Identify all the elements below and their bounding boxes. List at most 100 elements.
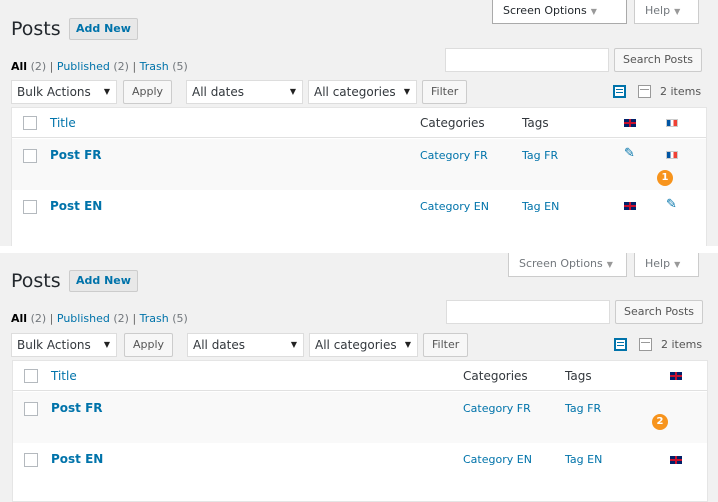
add-new-button[interactable]: Add New xyxy=(69,270,138,292)
post-category-link[interactable]: Category EN xyxy=(463,453,532,466)
bulk-actions-value: Bulk Actions xyxy=(17,85,91,99)
bulk-actions-select[interactable]: Bulk Actions ▼ xyxy=(11,333,117,357)
page-title: Posts xyxy=(11,18,61,40)
screen-options-label: Screen Options xyxy=(503,4,587,17)
list-view-icon[interactable] xyxy=(613,85,626,98)
dates-filter-select[interactable]: All dates ▼ xyxy=(186,80,303,104)
caret-down-icon: ▼ xyxy=(674,260,681,269)
column-title-header[interactable]: Title xyxy=(50,116,76,130)
posts-table: Title Categories Tags Post FR Category F… xyxy=(11,107,707,246)
caret-down-icon: ▼ xyxy=(590,7,597,16)
post-title-link[interactable]: Post EN xyxy=(50,199,102,213)
table-header-row: Title Categories Tags xyxy=(13,361,707,391)
select-arrow-icon: ▼ xyxy=(103,87,110,96)
post-tag-link[interactable]: Tag EN xyxy=(522,200,559,213)
table-header-row: Title Categories Tags xyxy=(12,108,706,138)
view-published-count: (2) xyxy=(113,60,129,73)
filter-button[interactable]: Filter xyxy=(422,80,468,104)
select-arrow-icon: ▼ xyxy=(404,340,411,349)
select-arrow-icon: ▼ xyxy=(103,340,110,349)
posts-screen-panel-1: Screen Options ▼ Help ▼ Posts Add New All … xyxy=(0,0,718,246)
edit-translation-pencil-icon[interactable]: ✎ xyxy=(624,146,635,161)
row-checkbox[interactable] xyxy=(23,149,37,163)
post-category-link[interactable]: Category EN xyxy=(420,200,489,213)
post-tag-link[interactable]: Tag FR xyxy=(565,402,601,415)
french-flag-icon xyxy=(666,119,678,127)
search-input[interactable] xyxy=(445,48,609,72)
table-row: Post EN Category EN Tag EN xyxy=(13,443,707,494)
select-arrow-icon: ▼ xyxy=(403,87,410,96)
apply-button[interactable]: Apply xyxy=(124,333,174,357)
apply-button[interactable]: Apply xyxy=(123,80,173,104)
post-category-link[interactable]: Category FR xyxy=(420,149,488,162)
column-tags-header: Tags xyxy=(565,369,592,383)
categories-filter-select[interactable]: All categories ▼ xyxy=(308,80,417,104)
items-count: 2 items xyxy=(661,338,703,351)
caret-down-icon: ▼ xyxy=(606,260,613,269)
views-separator: | xyxy=(132,312,137,325)
screen-options-button[interactable]: Screen Options ▼ xyxy=(508,253,627,277)
dates-filter-select[interactable]: All dates ▼ xyxy=(187,333,304,357)
table-row: Post EN Category EN Tag EN ✎ xyxy=(12,190,706,241)
select-arrow-icon: ▼ xyxy=(290,340,297,349)
row-checkbox[interactable] xyxy=(24,453,38,467)
post-category-link[interactable]: Category FR xyxy=(463,402,531,415)
view-all-link[interactable]: All xyxy=(11,60,27,73)
column-categories-header: Categories xyxy=(463,369,528,383)
edit-translation-pencil-icon[interactable]: ✎ xyxy=(666,197,677,212)
view-all-link[interactable]: All xyxy=(11,312,27,325)
view-published-link[interactable]: Published xyxy=(57,312,110,325)
english-flag-icon xyxy=(670,456,682,464)
view-trash-link[interactable]: Trash xyxy=(140,312,169,325)
items-count: 2 items xyxy=(660,85,702,98)
step-badge: 2 xyxy=(652,414,668,430)
search-input[interactable] xyxy=(446,300,610,324)
view-published-link[interactable]: Published xyxy=(57,60,110,73)
row-checkbox[interactable] xyxy=(24,402,38,416)
views-separator: | xyxy=(49,312,54,325)
search-posts-button[interactable]: Search Posts xyxy=(615,300,704,324)
table-row: Post FR Category FR Tag FR ✎ 1 xyxy=(12,139,706,190)
post-status-views: All (2) | Published (2) | Trash (5) xyxy=(11,60,188,73)
page-title: Posts xyxy=(11,270,61,292)
posts-screen-panel-2: Screen Options ▼ Help ▼ Posts Add New All … xyxy=(0,253,718,502)
row-checkbox[interactable] xyxy=(23,200,37,214)
post-tag-link[interactable]: Tag FR xyxy=(522,149,558,162)
select-all-checkbox[interactable] xyxy=(23,116,37,130)
filter-button[interactable]: Filter xyxy=(423,333,469,357)
post-status-views: All (2) | Published (2) | Trash (5) xyxy=(11,312,188,325)
view-trash-link[interactable]: Trash xyxy=(140,60,169,73)
screen-options-button[interactable]: Screen Options ▼ xyxy=(492,0,627,24)
excerpt-view-icon[interactable] xyxy=(638,85,651,98)
table-row: Post FR Category FR Tag FR 2 xyxy=(13,392,707,443)
views-separator: | xyxy=(132,60,137,73)
post-tag-link[interactable]: Tag EN xyxy=(565,453,602,466)
add-new-button[interactable]: Add New xyxy=(69,18,138,40)
search-posts-button[interactable]: Search Posts xyxy=(614,48,703,72)
dates-filter-value: All dates xyxy=(192,85,245,99)
select-arrow-icon: ▼ xyxy=(289,87,296,96)
select-all-checkbox[interactable] xyxy=(24,369,38,383)
english-flag-icon xyxy=(624,202,636,210)
help-label: Help xyxy=(645,4,671,17)
posts-table: Title Categories Tags Post FR Category F… xyxy=(12,360,708,502)
post-title-link[interactable]: Post FR xyxy=(51,401,103,415)
caret-down-icon: ▼ xyxy=(674,7,681,16)
post-title-link[interactable]: Post EN xyxy=(51,452,103,466)
categories-filter-value: All categories xyxy=(314,85,396,99)
post-title-link[interactable]: Post FR xyxy=(50,148,102,162)
list-view-icon[interactable] xyxy=(614,338,627,351)
views-separator: | xyxy=(49,60,54,73)
step-badge: 1 xyxy=(657,170,673,186)
help-button[interactable]: Help ▼ xyxy=(634,253,699,277)
english-flag-icon xyxy=(670,372,682,380)
english-flag-icon xyxy=(624,119,636,127)
excerpt-view-icon[interactable] xyxy=(639,338,652,351)
view-trash-count: (5) xyxy=(172,60,188,73)
bulk-actions-select[interactable]: Bulk Actions ▼ xyxy=(11,80,117,104)
categories-filter-value: All categories xyxy=(315,338,397,352)
categories-filter-select[interactable]: All categories ▼ xyxy=(309,333,418,357)
help-button[interactable]: Help ▼ xyxy=(634,0,699,24)
column-title-header[interactable]: Title xyxy=(51,369,77,383)
dates-filter-value: All dates xyxy=(193,338,246,352)
